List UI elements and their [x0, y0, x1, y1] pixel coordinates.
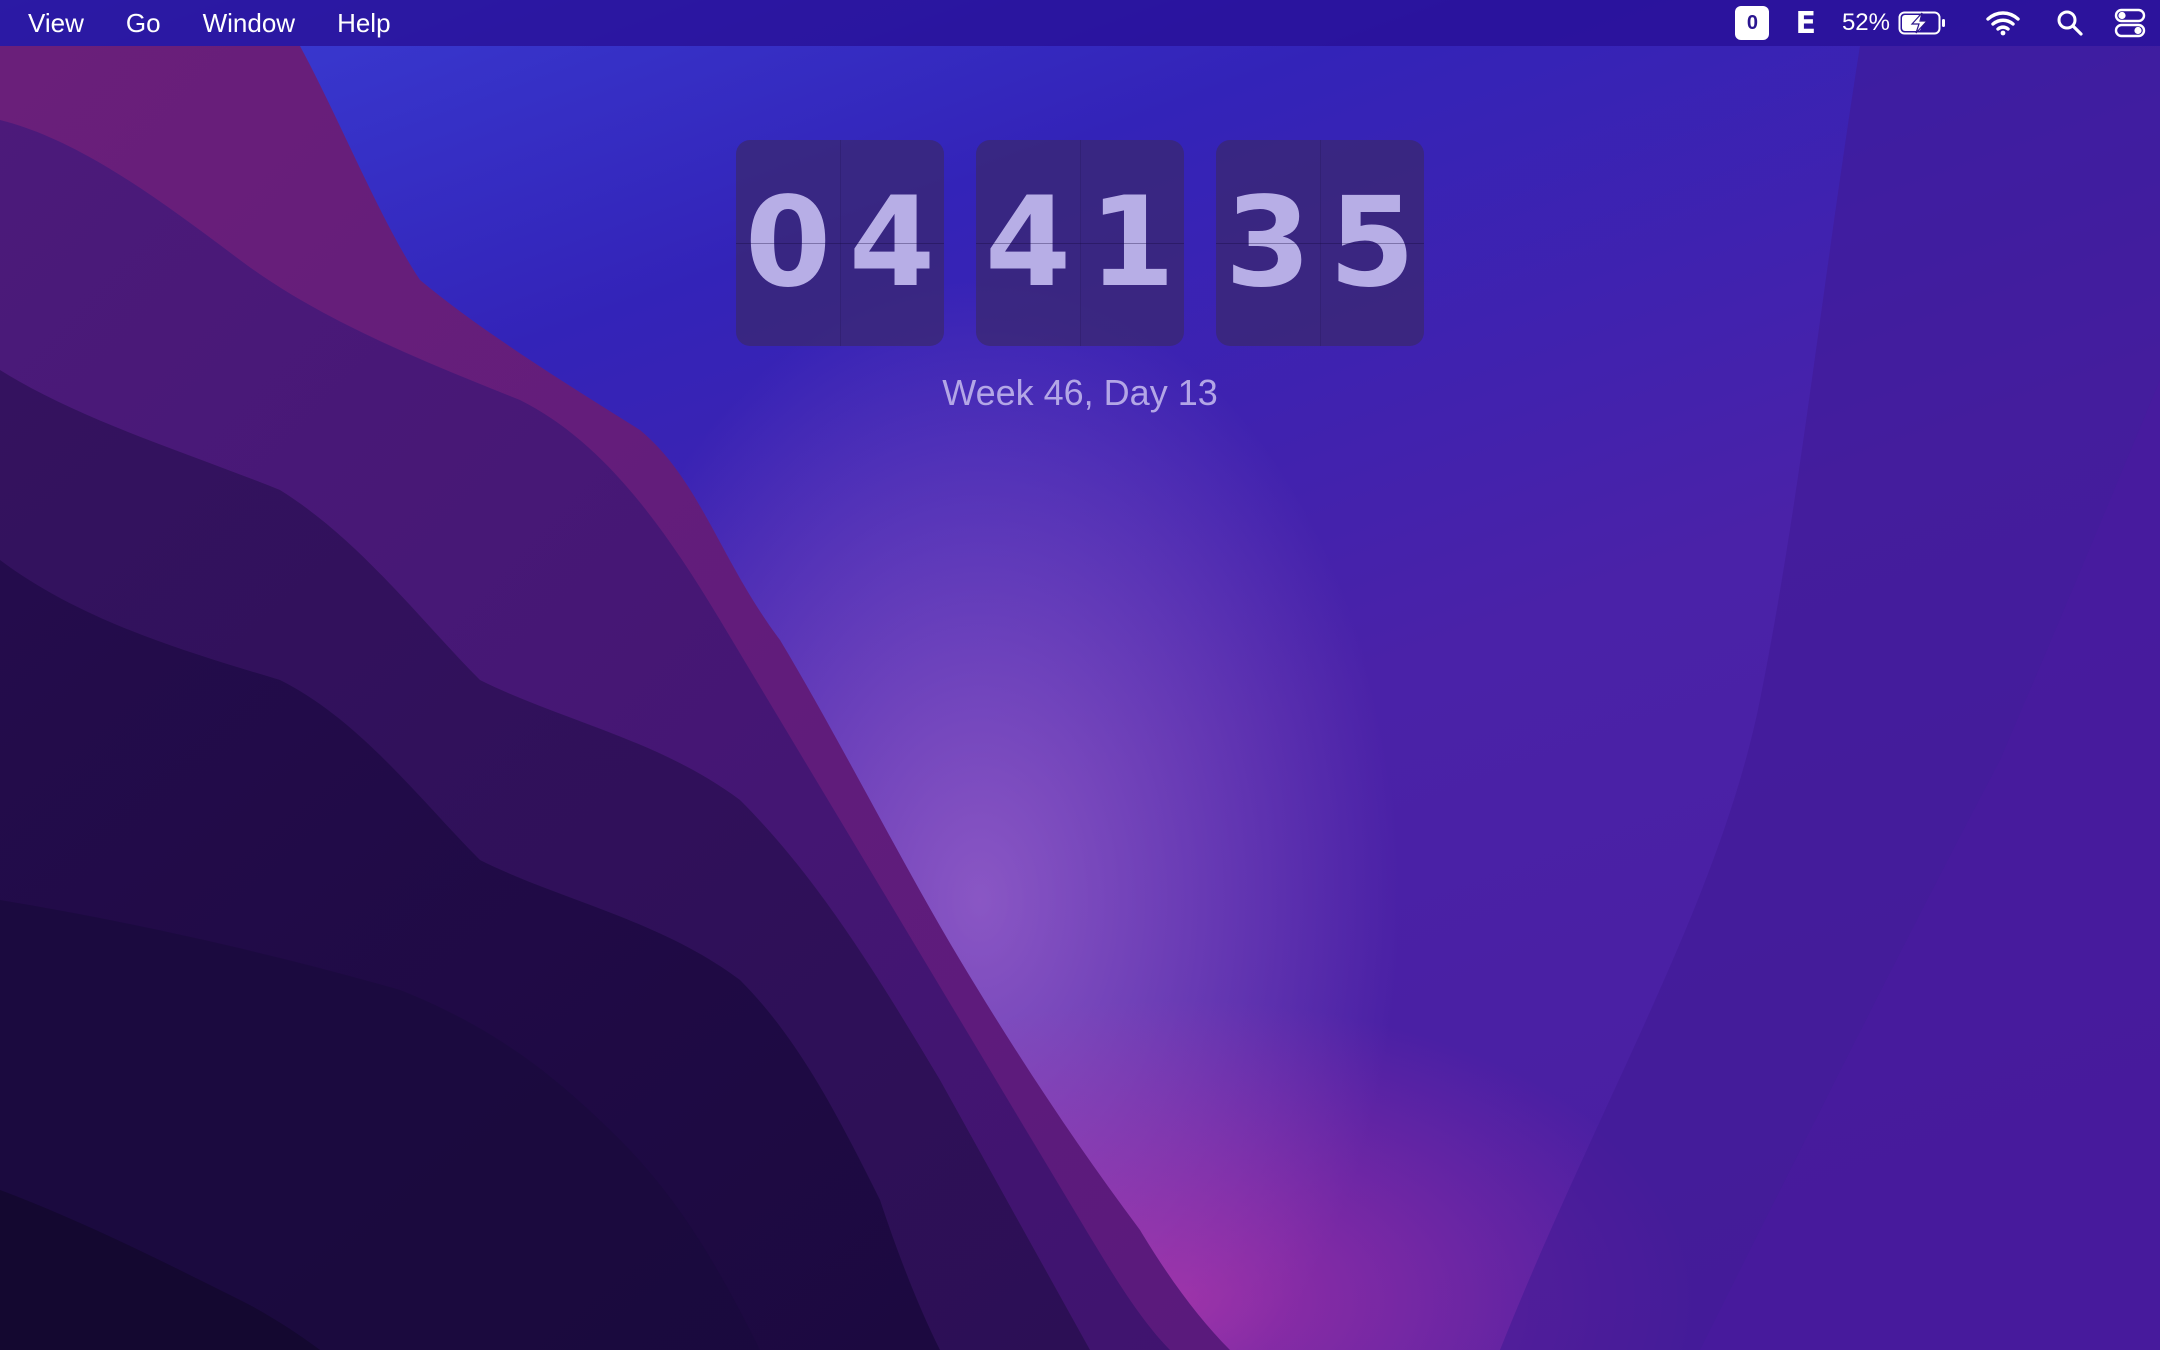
status-area: 0 E 52%	[1709, 0, 2160, 46]
seconds-card: 3 5	[1216, 140, 1424, 346]
hour-digit: 4	[848, 171, 936, 315]
app-badge-icon[interactable]: 0	[1735, 6, 1770, 40]
e-icon-label: E	[1795, 5, 1816, 41]
battery-percent: 52%	[1841, 9, 1890, 36]
e-icon[interactable]: E	[1795, 6, 1816, 41]
battery-status[interactable]: 52%	[1842, 9, 1948, 37]
week-day-label: Week 46, Day 13	[942, 372, 1218, 413]
hour-digit: 0	[744, 171, 832, 315]
menu-go[interactable]: Go	[126, 8, 161, 39]
second-digit: 3	[1224, 171, 1312, 315]
menu-help[interactable]: Help	[337, 8, 390, 39]
menu-view[interactable]: View	[28, 8, 84, 39]
battery-charging-icon	[1898, 11, 1945, 35]
minutes-card: 4 1	[976, 140, 1184, 346]
wifi-icon[interactable]	[1986, 10, 2020, 36]
flip-clock-widget: 0 4 4 1 3 5	[736, 140, 1424, 346]
app-badge-label: 0	[1746, 11, 1759, 34]
minute-digit: 4	[984, 171, 1072, 315]
minute-digit: 1	[1088, 171, 1176, 315]
menu-bar: View Go Window Help 0 E 52%	[0, 0, 2160, 46]
control-center-icon[interactable]	[2114, 8, 2146, 38]
app-menus: View Go Window Help	[0, 8, 433, 39]
menu-window[interactable]: Window	[203, 8, 295, 39]
search-icon[interactable]	[2056, 9, 2084, 37]
second-digit: 5	[1328, 171, 1416, 315]
hours-card: 0 4	[736, 140, 944, 346]
